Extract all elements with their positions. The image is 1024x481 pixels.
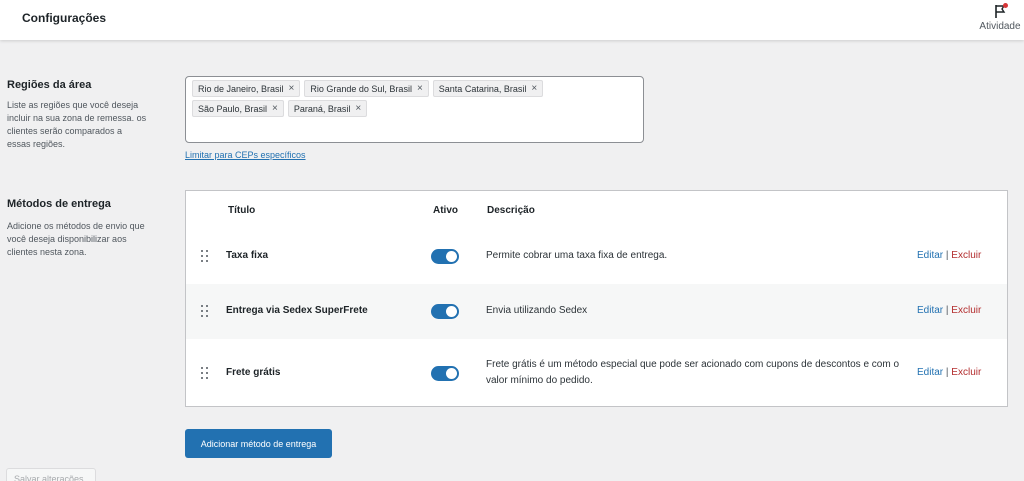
column-title: Título [228, 205, 256, 216]
column-active: Ativo [433, 205, 458, 216]
flag-icon [992, 3, 1008, 19]
methods-table: Título Ativo Descrição Taxa fixa Permite… [185, 190, 1008, 407]
notification-dot [1003, 3, 1008, 8]
regions-title: Regiões da área [7, 79, 92, 91]
active-toggle[interactable] [431, 304, 459, 319]
method-description: Permite cobrar uma taxa fixa de entrega. [486, 250, 668, 261]
table-row: Taxa fixa Permite cobrar uma taxa fixa d… [186, 229, 1007, 284]
method-name: Taxa fixa [226, 250, 269, 261]
methods-description: Adicione os métodos de envio que você de… [7, 221, 145, 257]
row-actions: Editar | Excluir [917, 367, 982, 378]
delete-link[interactable]: Excluir [951, 250, 981, 261]
regions-selector[interactable]: Rio de Janeiro, Brasil × Rio Grande do Su… [185, 76, 644, 143]
method-name: Frete grátis [226, 367, 281, 378]
remove-icon[interactable]: × [289, 83, 295, 94]
drag-handle-icon[interactable] [201, 367, 209, 379]
table-row: Frete grátis Frete grátis é um método es… [186, 339, 1007, 406]
column-description: Descrição [487, 205, 535, 216]
region-chip: Rio Grande do Sul, Brasil × [304, 80, 429, 97]
top-bar: Configurações Atividade [0, 0, 1024, 40]
region-chip: Santa Catarina, Brasil × [432, 80, 544, 97]
row-actions: Editar | Excluir [917, 305, 982, 316]
remove-icon[interactable]: × [272, 103, 278, 114]
row-actions: Editar | Excluir [917, 250, 982, 261]
edit-link[interactable]: Editar [917, 367, 943, 378]
method-name: Entrega via Sedex SuperFrete [226, 305, 368, 316]
save-button[interactable]: Salvar alterações [6, 468, 96, 481]
methods-title: Métodos de entrega [7, 198, 111, 210]
delete-link[interactable]: Excluir [951, 305, 981, 316]
drag-handle-icon[interactable] [201, 305, 209, 317]
drag-handle-icon[interactable] [201, 250, 209, 262]
edit-link[interactable]: Editar [917, 305, 943, 316]
activity-button[interactable]: Atividade [979, 3, 1021, 37]
remove-icon[interactable]: × [355, 103, 361, 114]
method-description: Envia utilizando Sedex [486, 305, 588, 316]
regions-description: Liste as regiões que você deseja incluir… [7, 100, 147, 149]
page-title: Configurações [22, 11, 107, 25]
method-description: Frete grátis é um método especial que po… [486, 359, 900, 386]
region-chip: Rio de Janeiro, Brasil × [192, 80, 301, 97]
delete-link[interactable]: Excluir [951, 367, 981, 378]
add-method-button[interactable]: Adicionar método de entrega [185, 429, 332, 458]
table-row: Entrega via Sedex SuperFrete Envia utili… [186, 284, 1007, 339]
limit-zip-link[interactable]: Limitar para CEPs específicos [185, 150, 306, 160]
activity-label: Atividade [979, 21, 1021, 32]
region-chip: São Paulo, Brasil × [192, 100, 284, 117]
region-chip: Paraná, Brasil × [287, 100, 368, 117]
active-toggle[interactable] [431, 249, 459, 264]
active-toggle[interactable] [431, 366, 459, 381]
remove-icon[interactable]: × [531, 83, 537, 94]
edit-link[interactable]: Editar [917, 250, 943, 261]
remove-icon[interactable]: × [417, 83, 423, 94]
